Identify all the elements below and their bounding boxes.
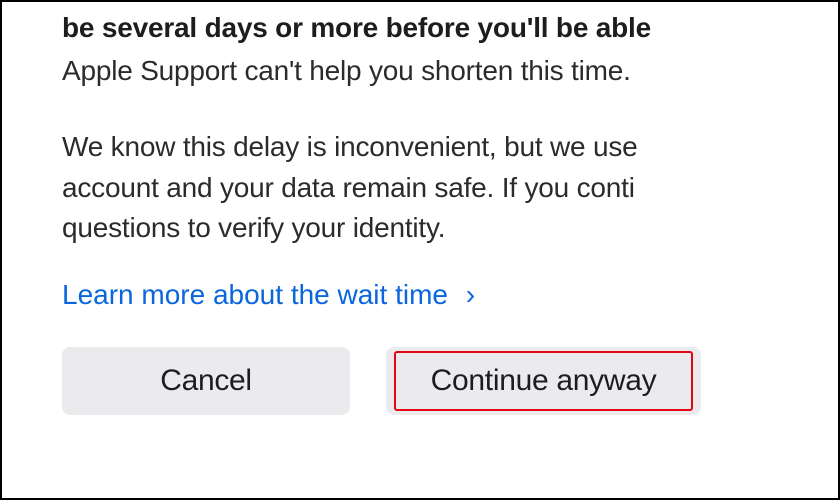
learn-more-text: Learn more about the wait time bbox=[62, 279, 448, 310]
continue-label: Continue anyway bbox=[431, 364, 657, 398]
account-recovery-dialog: be several days or more before you'll be… bbox=[2, 8, 838, 415]
learn-more-link[interactable]: Learn more about the wait time › bbox=[62, 279, 475, 310]
continue-anyway-button[interactable]: Continue anyway bbox=[386, 347, 701, 415]
delay-line-3: questions to verify your identity. bbox=[62, 208, 838, 249]
warning-bold-fragment: be several days or more before you'll be… bbox=[62, 8, 838, 49]
cancel-button[interactable]: Cancel bbox=[62, 347, 350, 415]
delay-paragraph: We know this delay is inconvenient, but … bbox=[62, 127, 838, 249]
delay-line-2: account and your data remain safe. If yo… bbox=[62, 168, 838, 209]
delay-line-1: We know this delay is inconvenient, but … bbox=[62, 127, 838, 168]
dialog-button-row: Cancel Continue anyway bbox=[62, 347, 838, 415]
support-note: Apple Support can't help you shorten thi… bbox=[62, 51, 838, 92]
chevron-right-icon: › bbox=[466, 279, 475, 311]
